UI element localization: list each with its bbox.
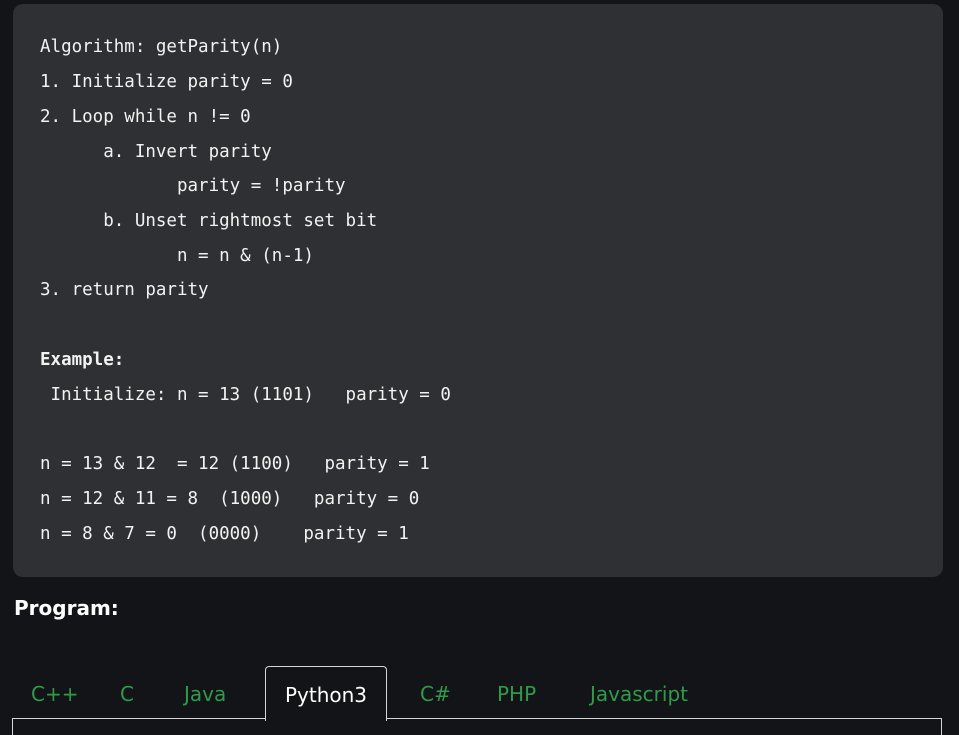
tab-c[interactable]: C <box>120 666 134 720</box>
tab-java[interactable]: Java <box>184 666 226 720</box>
code-line-example-label: Example: <box>40 350 125 370</box>
code-line-example-step-1: n = 13 & 12 = 12 (1100) parity = 1 <box>40 454 430 474</box>
tab-javascript[interactable]: Javascript <box>590 666 688 720</box>
code-line-step-2b: b. Unset rightmost set bit <box>40 211 378 231</box>
tab-csharp[interactable]: C# <box>420 666 451 720</box>
program-heading: Program: <box>14 596 119 620</box>
code-line-example-step-2: n = 12 & 11 = 8 (1000) parity = 0 <box>40 489 420 509</box>
tab-python3[interactable]: Python3 <box>265 666 387 721</box>
code-line-example-step-3: n = 8 & 7 = 0 (0000) parity = 1 <box>40 524 409 544</box>
code-line-step-3: 3. return parity <box>40 280 209 300</box>
code-block: Algorithm: getParity(n) 1. Initialize pa… <box>13 4 943 577</box>
code-line-step-2a: a. Invert parity <box>40 142 272 162</box>
code-panel <box>12 718 942 735</box>
code-line-step-2b-code: n = n & (n-1) <box>40 246 314 266</box>
tab-cpp[interactable]: C++ <box>31 666 78 720</box>
code-line-step-2a-code: parity = !parity <box>40 176 346 196</box>
code-line-algorithm-title: Algorithm: getParity(n) <box>40 37 283 57</box>
code-line-example-init: Initialize: n = 13 (1101) parity = 0 <box>40 385 451 405</box>
code-line-step-2: 2. Loop while n != 0 <box>40 107 251 127</box>
code-line-step-1: 1. Initialize parity = 0 <box>40 72 293 92</box>
tab-php[interactable]: PHP <box>497 666 536 720</box>
